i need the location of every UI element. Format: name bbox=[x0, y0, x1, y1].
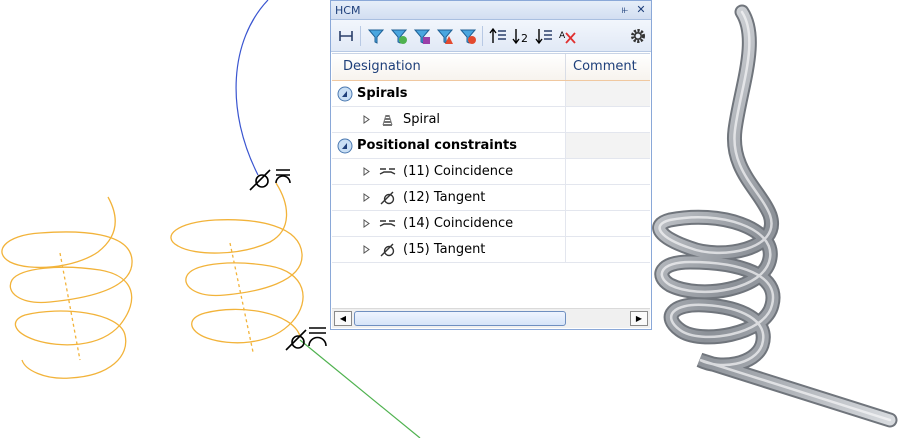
tree-row-coincidence-11[interactable]: (11) Coincidence bbox=[332, 159, 650, 185]
delete-sort-icon[interactable]: A bbox=[558, 27, 576, 45]
pin-icon[interactable]: ⫦ bbox=[619, 4, 631, 16]
tangent-icon bbox=[380, 191, 395, 204]
tree-row-coincidence-14[interactable]: (14) Coincidence bbox=[332, 211, 650, 237]
collapse-group-icon[interactable] bbox=[337, 138, 353, 154]
comment-cell[interactable] bbox=[566, 159, 650, 184]
wireframe-spiral-left bbox=[1, 196, 133, 379]
sort-numbered-icon[interactable]: 2 bbox=[511, 27, 530, 45]
panel-title: HCM bbox=[335, 3, 361, 17]
filter-purple-icon[interactable] bbox=[413, 27, 431, 45]
svg-text:2: 2 bbox=[521, 32, 528, 45]
panel-titlebar[interactable]: HCM ⫦ ✕ bbox=[331, 1, 651, 20]
blue-arc-curve bbox=[235, 0, 269, 176]
filter-blue-icon[interactable] bbox=[367, 27, 385, 45]
comment-cell[interactable] bbox=[566, 107, 650, 132]
shaded-spring-model bbox=[652, 4, 898, 428]
group-label: Positional constraints bbox=[357, 138, 517, 153]
expand-arrow-icon[interactable] bbox=[363, 193, 370, 202]
coincidence-icon bbox=[379, 219, 396, 227]
expand-arrow-icon[interactable] bbox=[363, 167, 370, 176]
group-label: Spirals bbox=[357, 86, 408, 101]
row-label: (15) Tangent bbox=[403, 242, 486, 257]
svg-text:A: A bbox=[559, 31, 566, 41]
column-header-comment[interactable]: Comment bbox=[566, 54, 650, 80]
row-label: (12) Tangent bbox=[403, 190, 486, 205]
constraints-grid[interactable]: Designation Comment Spirals Spiral Posit… bbox=[332, 53, 650, 301]
tangent-icon bbox=[380, 243, 395, 256]
arrow-right-icon[interactable]: ▶ bbox=[630, 311, 648, 326]
row-label: (11) Coincidence bbox=[403, 164, 514, 179]
expand-arrow-icon[interactable] bbox=[363, 115, 370, 124]
column-header-designation[interactable]: Designation bbox=[332, 54, 566, 80]
expand-arrow-icon[interactable] bbox=[363, 245, 370, 254]
constraint-glyph-upper bbox=[249, 169, 291, 191]
comment-cell[interactable] bbox=[566, 133, 650, 158]
constraint-glyph-lower bbox=[285, 327, 327, 351]
sort-down-icon[interactable] bbox=[534, 27, 553, 45]
row-label: Spiral bbox=[403, 112, 441, 127]
comment-cell[interactable] bbox=[566, 185, 650, 210]
horizontal-scrollbar[interactable]: ◀ ▶ bbox=[332, 308, 650, 328]
collapse-group-icon[interactable] bbox=[337, 86, 353, 102]
close-icon[interactable]: ✕ bbox=[635, 4, 647, 16]
panel-toolbar: 2 A bbox=[331, 20, 651, 52]
toolbar-separator bbox=[482, 25, 483, 46]
toolbar-separator bbox=[360, 25, 361, 46]
filter-red-icon[interactable] bbox=[459, 27, 477, 45]
tree-row-spiral[interactable]: Spiral bbox=[332, 107, 650, 133]
comment-cell[interactable] bbox=[566, 211, 650, 236]
tree-row-tangent-15[interactable]: (15) Tangent bbox=[332, 237, 650, 263]
group-row-positional-constraints[interactable]: Positional constraints bbox=[332, 133, 650, 159]
tree-row-tangent-12[interactable]: (12) Tangent bbox=[332, 185, 650, 211]
row-label: (14) Coincidence bbox=[403, 216, 514, 231]
spiral-icon bbox=[382, 114, 393, 126]
grid-header: Designation Comment bbox=[332, 54, 650, 81]
green-line bbox=[299, 339, 421, 438]
arrow-left-icon[interactable]: ◀ bbox=[334, 311, 352, 326]
filter-warning-icon[interactable] bbox=[436, 27, 454, 45]
coincidence-icon bbox=[379, 167, 396, 175]
group-row-spirals[interactable]: Spirals bbox=[332, 81, 650, 107]
comment-cell[interactable] bbox=[566, 81, 650, 106]
scrollbar-thumb[interactable] bbox=[354, 311, 566, 326]
hcm-panel[interactable]: HCM ⫦ ✕ 2 A Designation Comment Spirals … bbox=[330, 0, 652, 330]
sort-up-icon[interactable] bbox=[488, 27, 507, 45]
gear-icon[interactable] bbox=[629, 27, 647, 45]
expand-arrow-icon[interactable] bbox=[363, 219, 370, 228]
filter-green-icon[interactable] bbox=[390, 27, 408, 45]
wireframe-spiral-center bbox=[170, 182, 304, 353]
comment-cell[interactable] bbox=[566, 237, 650, 262]
dimension-tool-icon[interactable] bbox=[337, 27, 355, 45]
